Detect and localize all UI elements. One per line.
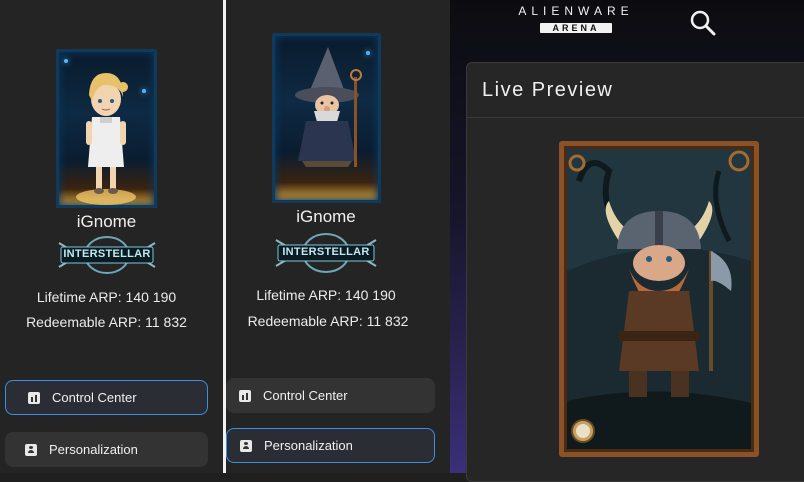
badge-label: INTERSTELLAR	[63, 248, 151, 260]
live-preview-frame	[559, 141, 759, 457]
avatar-frame	[272, 33, 381, 203]
control-center-label: Control Center	[52, 390, 137, 405]
chart-icon	[28, 391, 40, 404]
redeemable-arp: Redeemable ARP: 11 832	[247, 313, 409, 329]
badge-label: INTERSTELLAR	[282, 246, 370, 258]
username: iGnome	[76, 212, 137, 231]
chart-icon	[239, 389, 251, 402]
alienware-arena-logo[interactable]: ALIENWARE ARENA	[501, 4, 651, 36]
viking-dwarf-avatar	[567, 149, 751, 449]
brand-name: ALIENWARE	[518, 4, 634, 18]
personalization-button[interactable]: Personalization	[226, 428, 435, 463]
control-center-label: Control Center	[263, 388, 348, 403]
live-preview-title: Live Preview	[482, 79, 614, 101]
blonde-girl-avatar	[76, 73, 136, 205]
personalization-label: Personalization	[49, 442, 138, 457]
main-area: ALIENWARE ARENA Live Preview	[450, 0, 804, 482]
personalization-button[interactable]: Personalization	[5, 432, 208, 467]
card-divider	[467, 117, 804, 118]
profile-panel-b: iGnome INTERSTELLAR Lifetime ARP: 140 19…	[226, 0, 450, 473]
wizard-avatar	[295, 47, 362, 167]
avatar-frame	[56, 49, 157, 208]
profile-panel-a: iGnome INTERSTELLAR Lifetime ARP: 140 19…	[0, 0, 223, 473]
person-icon	[25, 443, 37, 456]
control-center-button[interactable]: Control Center	[5, 380, 208, 415]
live-preview-card: Live Preview	[466, 62, 804, 482]
control-center-button[interactable]: Control Center	[226, 378, 435, 413]
search-icon[interactable]	[689, 9, 717, 37]
interstellar-badge: INTERSTELLAR	[274, 232, 378, 274]
lifetime-arp: Lifetime ARP: 140 190	[256, 287, 396, 303]
person-icon	[240, 439, 252, 452]
brand-sub: ARENA	[540, 23, 612, 33]
interstellar-badge: INTERSTELLAR	[57, 235, 157, 275]
lifetime-arp: Lifetime ARP: 140 190	[36, 289, 177, 305]
personalization-label: Personalization	[264, 438, 353, 453]
redeemable-arp: Redeemable ARP: 11 832	[26, 314, 187, 330]
username: iGnome	[296, 207, 356, 226]
